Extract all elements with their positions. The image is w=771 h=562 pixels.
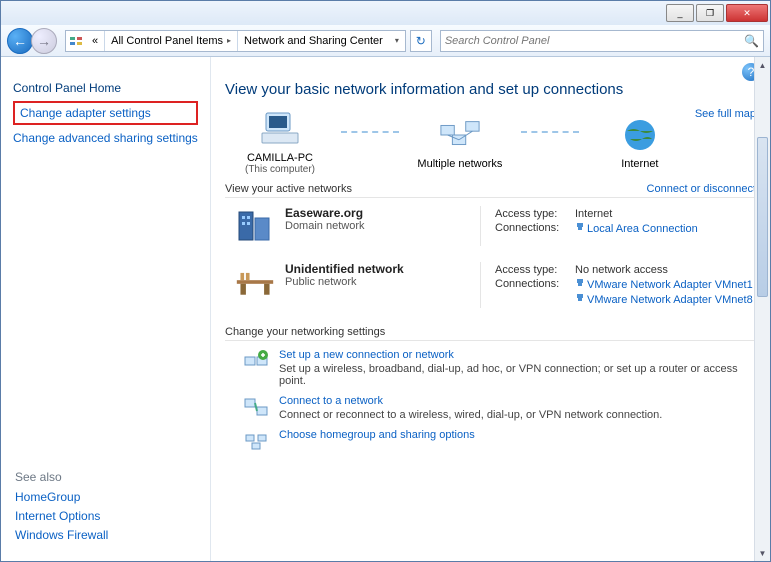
scroll-up-button[interactable]: ▲ — [755, 57, 770, 73]
action-setup-link[interactable]: Set up a new connection or network — [279, 349, 756, 361]
navbar: ← → « All Control Panel Items Network an… — [1, 25, 770, 57]
content-area: ? View your basic network information an… — [211, 57, 770, 561]
network-block-2: Unidentified network Public network Acce… — [225, 254, 756, 316]
map-this-computer: CAMILLA-PC (This computer) — [225, 108, 335, 175]
access-type-label: Access type: — [495, 208, 575, 220]
globe-icon — [619, 114, 661, 156]
connection-vmnet1-link[interactable]: VMware Network Adapter VMnet1 — [587, 279, 753, 291]
close-button[interactable]: ✕ — [726, 4, 768, 22]
computer-icon — [259, 108, 301, 150]
page-heading: View your basic network information and … — [225, 81, 756, 98]
breadcrumb-network-sharing[interactable]: Network and Sharing Center — [238, 31, 389, 51]
map-connector — [521, 131, 579, 133]
homegroup-icon — [243, 429, 269, 455]
vertical-scrollbar[interactable]: ▲ ▼ — [754, 57, 770, 561]
map-connector — [341, 131, 399, 133]
breadcrumb-chevron[interactable]: « — [86, 31, 105, 51]
see-also: See also HomeGroup Internet Options Wind… — [15, 470, 108, 547]
network-1-type: Domain network — [285, 220, 364, 232]
map-pc-sublabel: (This computer) — [225, 164, 335, 175]
search-box[interactable]: 🔍 — [440, 30, 764, 52]
active-networks-label: View your active networks — [225, 183, 352, 195]
connections-label: Connections: — [495, 278, 575, 291]
connect-disconnect-link[interactable]: Connect or disconnect — [647, 183, 756, 195]
action-connect-desc: Connect or reconnect to a wireless, wire… — [279, 409, 662, 421]
breadcrumb-root-icon[interactable] — [66, 34, 86, 48]
nav-buttons: ← → — [7, 28, 61, 54]
connect-network-icon — [243, 395, 269, 421]
refresh-button[interactable]: ↻ — [410, 30, 432, 52]
breadcrumb-all-items[interactable]: All Control Panel Items — [105, 31, 238, 51]
search-icon[interactable]: 🔍 — [744, 34, 759, 48]
control-panel-home-link[interactable]: Control Panel Home — [13, 81, 198, 95]
breadcrumb: « All Control Panel Items Network and Sh… — [65, 30, 406, 52]
map-networks-label: Multiple networks — [405, 158, 515, 170]
action-homegroup-link[interactable]: Choose homegroup and sharing options — [279, 429, 475, 441]
scroll-down-button[interactable]: ▼ — [755, 545, 770, 561]
map-pc-label: CAMILLA-PC — [225, 152, 335, 164]
minimize-button[interactable]: _ — [666, 4, 694, 22]
windows-firewall-link[interactable]: Windows Firewall — [15, 528, 108, 542]
network-1-access: Internet — [575, 208, 612, 220]
action-setup-desc: Set up a wireless, broadband, dial-up, a… — [279, 363, 756, 387]
internet-options-link[interactable]: Internet Options — [15, 509, 108, 523]
setup-connection-icon — [243, 349, 269, 375]
access-type-label: Access type: — [495, 264, 575, 276]
action-connect-link[interactable]: Connect to a network — [279, 395, 662, 407]
sidebar: Control Panel Home Change adapter settin… — [1, 57, 211, 561]
networks-icon — [439, 114, 481, 156]
change-settings-header: Change your networking settings — [225, 326, 756, 341]
network-2-name: Unidentified network — [285, 262, 404, 276]
action-setup-connection: Set up a new connection or network Set u… — [243, 349, 756, 387]
forward-button[interactable]: → — [31, 28, 57, 54]
network-2-type: Public network — [285, 276, 404, 288]
public-network-icon — [235, 262, 275, 302]
change-advanced-sharing-link[interactable]: Change advanced sharing settings — [13, 131, 198, 145]
network-2-access: No network access — [575, 264, 668, 276]
connection-lan-link[interactable]: Local Area Connection — [587, 223, 698, 235]
map-internet: Internet — [585, 114, 695, 170]
maximize-button[interactable]: ❐ — [696, 4, 724, 22]
action-homegroup: Choose homegroup and sharing options — [243, 429, 756, 455]
network-map: CAMILLA-PC (This computer) Multiple netw… — [225, 108, 756, 175]
back-button[interactable]: ← — [7, 28, 33, 54]
breadcrumb-dropdown[interactable]: ▾ — [389, 36, 405, 45]
active-networks-header: View your active networks Connect or dis… — [225, 181, 756, 198]
connections-label: Connections: — [495, 222, 575, 235]
domain-network-icon — [235, 206, 275, 246]
connection-vmnet8-link[interactable]: VMware Network Adapter VMnet8 — [587, 294, 753, 306]
search-input[interactable] — [445, 35, 744, 47]
titlebar: _ ❐ ✕ — [1, 1, 770, 25]
see-also-header: See also — [15, 470, 108, 484]
homegroup-link[interactable]: HomeGroup — [15, 490, 108, 504]
network-1-name: Easeware.org — [285, 206, 364, 220]
map-networks: Multiple networks — [405, 114, 515, 170]
scroll-thumb[interactable] — [757, 137, 768, 297]
change-adapter-settings-link[interactable]: Change adapter settings — [13, 101, 198, 125]
action-connect-network: Connect to a network Connect or reconnec… — [243, 395, 756, 421]
see-full-map-link[interactable]: See full map — [695, 108, 756, 120]
network-block-1: Easeware.org Domain network Access type:… — [225, 198, 756, 254]
map-internet-label: Internet — [585, 158, 695, 170]
